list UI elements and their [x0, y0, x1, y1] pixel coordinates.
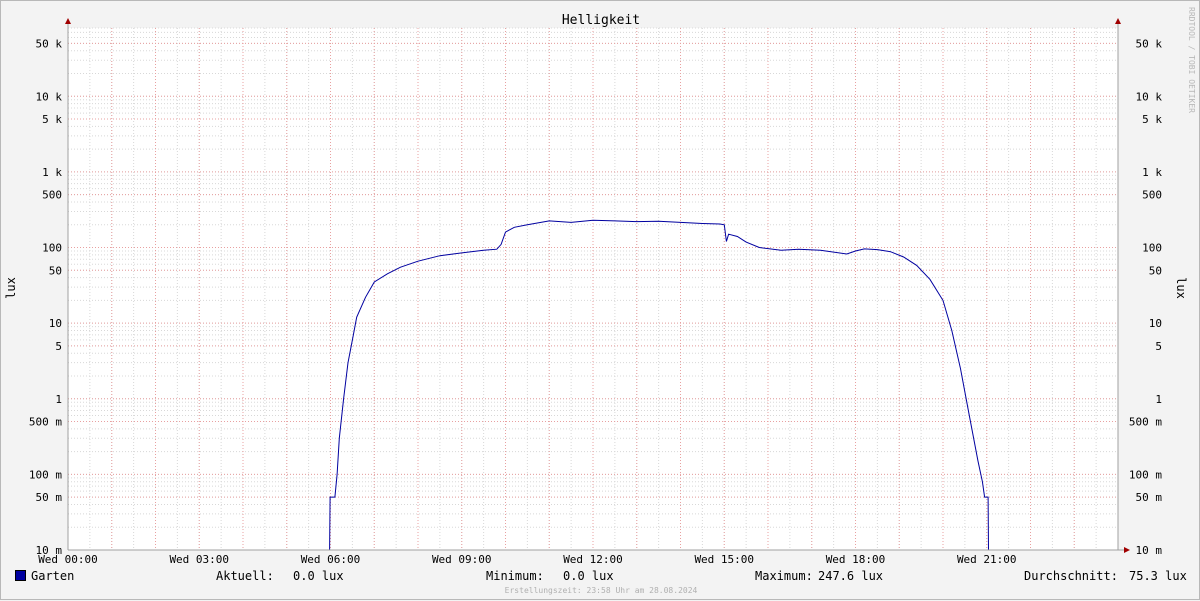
y-tick-label-left: 500 m	[29, 416, 62, 429]
y-tick-label-left: 50 k	[36, 37, 63, 50]
minimum-value: 0.0 lux	[563, 569, 614, 583]
y-tick-label-left: 10	[49, 317, 62, 330]
y-axis-arrow-right	[1115, 18, 1121, 24]
average-value: 75.3 lux	[1129, 569, 1187, 583]
legend-series-name: Garten	[31, 569, 75, 583]
y-axis-label-left: lux	[4, 277, 18, 299]
y-tick-label-left: 100	[42, 242, 62, 255]
y-tick-label-left: 500	[42, 189, 62, 202]
minimum-label: Minimum:	[486, 569, 544, 583]
y-tick-label-right: 50	[1149, 264, 1162, 277]
y-tick-label-left: 50	[49, 264, 62, 277]
grid	[67, 27, 1119, 551]
y-tick-label-left: 1 k	[42, 166, 62, 179]
x-tick-label: Wed 06:00	[301, 553, 361, 566]
y-tick-label-left: 5	[55, 340, 62, 353]
x-tick-label: Wed 21:00	[957, 553, 1017, 566]
y-tick-label-left: 1	[55, 393, 62, 406]
maximum-label: Maximum:	[755, 569, 813, 583]
average-label: Durchschnitt:	[1024, 569, 1118, 583]
y-tick-label-right: 500 m	[1129, 416, 1162, 429]
y-tick-label-right: 50 k	[1136, 37, 1163, 50]
y-tick-label-left: 10 k	[36, 90, 63, 103]
y-tick-label-right: 100 m	[1129, 468, 1162, 481]
current-value: 0.0 lux	[293, 569, 344, 583]
y-tick-label-right: 5 k	[1142, 113, 1162, 126]
y-tick-label-right: 100	[1142, 242, 1162, 255]
y-tick-label-right: 10 k	[1136, 90, 1163, 103]
y-tick-label-right: 1 k	[1142, 166, 1162, 179]
x-axis-arrow	[1124, 547, 1130, 553]
chart-title: Helligkeit	[562, 13, 640, 28]
creation-time: Erstellungszeit: 23:58 Uhr am 28.08.2024	[504, 586, 698, 595]
x-tick-label: Wed 03:00	[169, 553, 229, 566]
y-axis-label-right: lux	[1174, 277, 1188, 299]
y-tick-label-right: 10	[1149, 317, 1162, 330]
x-tick-label: Wed 18:00	[826, 553, 886, 566]
x-tick-label: Wed 12:00	[563, 553, 623, 566]
y-tick-label-right: 50 m	[1136, 491, 1163, 504]
x-tick-label: Wed 09:00	[432, 553, 492, 566]
y-tick-label-left: 100 m	[29, 468, 62, 481]
maximum-value: 247.6 lux	[818, 569, 884, 583]
chart-frame: Helligkeit lux lux 10 m 10 m 50 m 50 m 100 m…	[0, 0, 1200, 600]
chart-svg: Helligkeit lux lux 10 m 10 m50 m 50 m100 m…	[4, 13, 1188, 566]
y-tick-label-right: 5	[1155, 340, 1162, 353]
watermark: RRDTOOL / TOBI OETIKER	[1187, 7, 1196, 113]
current-label: Aktuell:	[216, 569, 274, 583]
y-tick-label-right: 500	[1142, 189, 1162, 202]
x-tick-label: Wed 15:00	[694, 553, 754, 566]
legend-swatch	[15, 570, 26, 581]
y-tick-label-left: 50 m	[36, 491, 63, 504]
y-tick-label-right: 1	[1155, 393, 1162, 406]
y-axis-arrow-left	[65, 18, 71, 24]
legend: Garten Aktuell: 0.0 lux Minimum: 0.0 lux…	[1, 569, 1200, 585]
x-tick-label: Wed 00:00	[38, 553, 98, 566]
y-tick-label-right: 10 m	[1136, 544, 1163, 557]
y-tick-label-left: 5 k	[42, 113, 62, 126]
